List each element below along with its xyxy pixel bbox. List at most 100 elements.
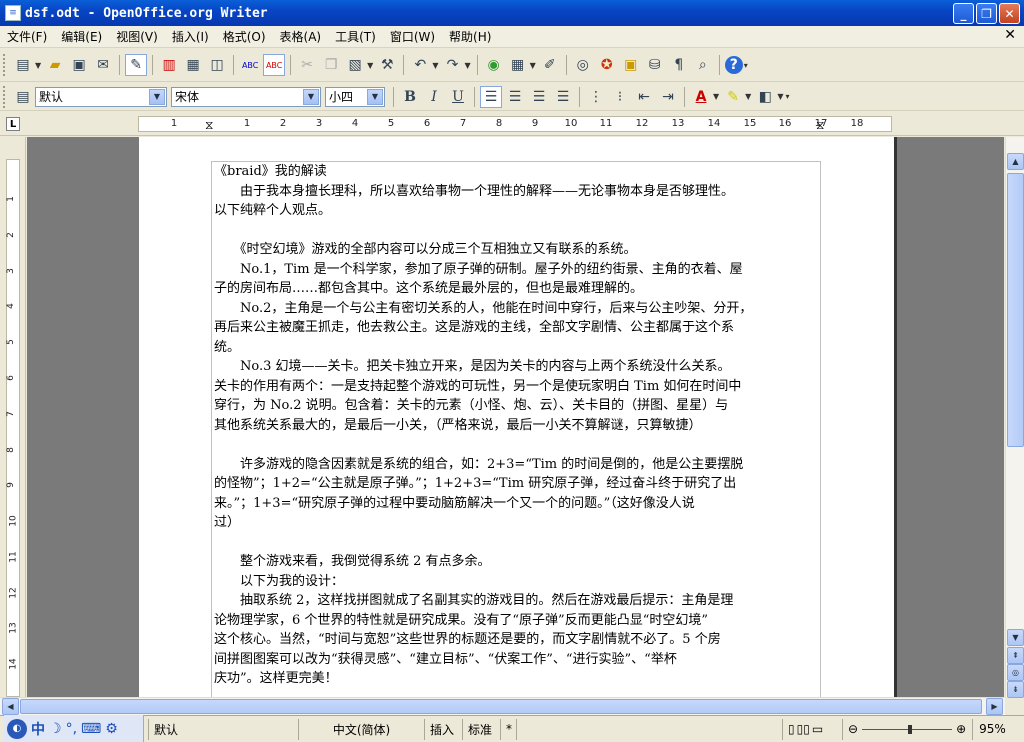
menu-tools[interactable]: 工具(T) (328, 27, 383, 47)
zoom-in-icon[interactable]: ⊕ (956, 722, 966, 736)
save-icon[interactable]: ▣ (68, 54, 90, 76)
cut-icon[interactable]: ✂ (296, 54, 318, 76)
redo-dropdown-icon[interactable]: ▼ (464, 61, 470, 70)
ime-punctuation-icon[interactable]: °, (66, 721, 77, 737)
text-line[interactable]: 整个游戏来看，我倒觉得系统 2 有点多余。 (214, 552, 491, 572)
text-line[interactable]: 许多游戏的隐含因素就是系统的组合，如：2+3=“Tim 的时间是倒的，他是公主要… (214, 455, 743, 475)
horizontal-scrollbar[interactable]: ◀ ▶ (0, 697, 1005, 715)
toolbar-options-icon[interactable]: ▾ (744, 61, 748, 70)
background-dropdown-icon[interactable]: ▼ (777, 92, 783, 101)
text-line[interactable]: 庆功”。这样更完美！ (214, 669, 338, 689)
email-icon[interactable]: ✉ (92, 54, 114, 76)
font-name-select[interactable]: 宋体 ▼ (171, 86, 321, 107)
align-right-icon[interactable]: ☰ (528, 86, 550, 108)
left-indent-marker[interactable]: ⧖ (205, 118, 213, 133)
highlight-icon[interactable]: ✎ (722, 86, 744, 108)
menu-format[interactable]: 格式(O) (216, 27, 273, 47)
font-color-dropdown-icon[interactable]: ▼ (713, 92, 719, 101)
menu-table[interactable]: 表格(A) (273, 27, 329, 47)
zoom-track[interactable] (862, 724, 953, 734)
text-line[interactable]: No.1，Tim 是一个科学家，参加了原子弹的研制。屋子外的纽约街景、主角的衣着… (214, 260, 743, 280)
table-icon[interactable]: ▦ (507, 54, 529, 76)
italic-button[interactable]: I (423, 86, 445, 108)
print-preview-icon[interactable]: ◫ (206, 54, 228, 76)
text-line[interactable]: 以下为我的设计： (214, 572, 344, 592)
menu-file[interactable]: 文件(F) (0, 27, 54, 47)
navigation-button[interactable]: ◎ (1007, 664, 1024, 681)
undo-icon[interactable]: ↶ (409, 54, 431, 76)
status-page-style[interactable]: 默认 (148, 718, 298, 740)
decrease-indent-icon[interactable]: ⇤ (633, 86, 655, 108)
paste-dropdown-icon[interactable]: ▼ (367, 61, 373, 70)
print-icon[interactable]: ▦ (182, 54, 204, 76)
paste-icon[interactable]: ▧ (344, 54, 366, 76)
export-pdf-icon[interactable]: ▥ (158, 54, 180, 76)
text-line[interactable]: 过） (214, 513, 240, 533)
scroll-right-button[interactable]: ▶ (986, 698, 1003, 715)
vertical-scrollbar[interactable]: ▲ ▼ ⇞ ◎ ⇟ (1005, 137, 1024, 698)
text-line[interactable]: 论物理学家，6 个世界的特性就是研究成果。没有了“原子弹”反而更能凸显“时空幻境… (214, 611, 708, 631)
menu-window[interactable]: 窗口(W) (383, 27, 442, 47)
text-line[interactable]: 《时空幻境》游戏的全部内容可以分成三个互相独立又有联系的系统。 (214, 240, 637, 260)
background-color-icon[interactable]: ◧ (754, 86, 776, 108)
text-line[interactable]: 子的房间布局……都包含其中。这个系统是最外层的，但也是最难理解的。 (214, 279, 643, 299)
zoom-slider[interactable]: ⊖ ⊕ (842, 718, 972, 740)
gallery-icon[interactable]: ▣ (620, 54, 642, 76)
ime-logo-icon[interactable]: ◐ (7, 718, 27, 739)
redo-icon[interactable]: ↷ (441, 54, 463, 76)
undo-dropdown-icon[interactable]: ▼ (432, 61, 438, 70)
bullets-icon[interactable]: ⁝ (609, 86, 631, 108)
text-line[interactable]: 其他系统关系最大的，是最后一小关，（严格来说，最后一小关不算解谜，只算敏捷） (214, 416, 702, 436)
horizontal-scroll-thumb[interactable] (20, 699, 982, 714)
new-document-icon[interactable]: ▤ (12, 54, 34, 76)
underline-button[interactable]: U (447, 86, 469, 108)
text-line[interactable]: 抽取系统 2，这样找拼图就成了名副其实的游戏目的。然后在游戏最后提示：主角是理 (214, 591, 733, 611)
vertical-ruler[interactable]: 1 2 3 4 5 6 7 8 9 10 11 12 13 14 (6, 159, 20, 697)
right-indent-marker[interactable]: ⧖ (816, 118, 824, 133)
paragraph-style-select[interactable]: 默认 ▼ (35, 86, 167, 107)
ime-settings-icon[interactable]: ⚙ (105, 721, 118, 737)
ime-language[interactable]: 中 (31, 719, 45, 739)
autospellcheck-icon[interactable]: ABC (263, 54, 286, 76)
text-line[interactable]: 统。 (214, 338, 240, 358)
bold-button[interactable]: B (399, 86, 421, 108)
zoom-icon[interactable]: ⌕ (692, 54, 714, 76)
align-center-icon[interactable]: ☰ (504, 86, 526, 108)
scroll-thumb[interactable] (1007, 173, 1024, 447)
zoom-out-icon[interactable]: ⊖ (848, 722, 858, 736)
menu-help[interactable]: 帮助(H) (442, 27, 498, 47)
tab-stop-selector[interactable]: L (6, 117, 20, 131)
previous-page-button[interactable]: ⇞ (1007, 647, 1024, 664)
menu-view[interactable]: 视图(V) (109, 27, 165, 47)
styles-formatting-icon[interactable]: ▤ (12, 86, 34, 108)
text-line[interactable]: 再后来公主被魔王抓走，他去救公主。这是游戏的主线，全部文字剧情、公主都属于这个系 (214, 318, 734, 338)
draw-functions-icon[interactable]: ✐ (539, 54, 561, 76)
book-view-icon[interactable]: ▭ (812, 722, 823, 736)
text-line[interactable]: 来。”；1+3=“研究原子弹的过程中要动脑筋解决一个又一个的问题。”（这好像没人… (214, 494, 695, 514)
text-line[interactable]: 《braid》我的解读 (214, 162, 327, 182)
scroll-down-button[interactable]: ▼ (1007, 629, 1024, 646)
text-line[interactable]: 关卡的作用有两个：一是支持起整个游戏的可玩性，另一个是使玩家明白 Tim 如何在… (214, 377, 741, 397)
chevron-down-icon[interactable]: ▼ (149, 88, 165, 105)
text-line[interactable]: 间拼图图案可以改为“获得灵感”、“建立目标”、“伏案工作”、“进行实验”、“举杯 (214, 650, 677, 670)
text-line[interactable]: 以下纯粹个人观点。 (214, 201, 331, 221)
text-line[interactable]: 这个核心。当然，“时间与宽恕”这些世界的标题还是要的，而文字剧情就不必了。5 个… (214, 630, 721, 650)
hyperlink-icon[interactable]: ◉ (483, 54, 505, 76)
ime-moon-icon[interactable]: ☽ (49, 721, 62, 737)
scroll-up-button[interactable]: ▲ (1007, 153, 1024, 170)
toolbar-options-icon[interactable]: ▾ (785, 92, 789, 101)
new-dropdown-icon[interactable]: ▼ (35, 61, 41, 70)
multi-page-view-icon[interactable]: ▯▯ (797, 722, 810, 736)
help-icon[interactable]: ? (724, 56, 743, 74)
chevron-down-icon[interactable]: ▼ (367, 88, 383, 105)
status-language[interactable]: 中文(简体) (298, 718, 424, 740)
maximize-button[interactable]: ❐ (976, 3, 997, 24)
toolbar-grip[interactable] (3, 85, 7, 108)
text-line[interactable]: No.3 幻境——关卡。把关卡独立开来，是因为关卡的内容与上两个系统没什么关系。 (214, 357, 731, 377)
text-line[interactable]: No.2，主角是一个与公主有密切关系的人，他能在时间中穿行，后来与公主吵架、分开… (214, 299, 752, 319)
format-paintbrush-icon[interactable]: ⚒ (376, 54, 398, 76)
navigator-icon[interactable]: ✪ (596, 54, 618, 76)
horizontal-ruler[interactable]: 1 1 2 3 4 5 6 7 8 9 10 11 12 13 14 15 16… (138, 116, 892, 132)
status-selection-mode[interactable]: 标准 (462, 718, 500, 740)
font-size-select[interactable]: 小四 ▼ (325, 86, 385, 107)
